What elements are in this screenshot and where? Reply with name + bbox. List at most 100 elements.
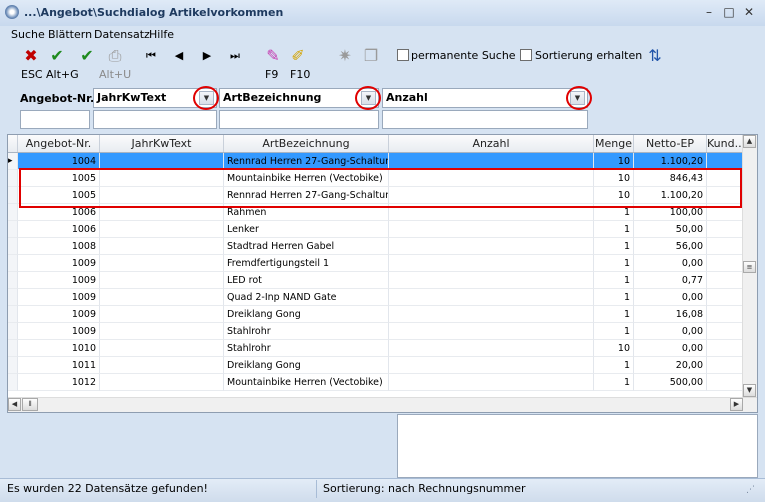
- table-cell[interactable]: [707, 255, 743, 272]
- column-header[interactable]: Netto-EP: [634, 135, 707, 152]
- table-cell[interactable]: [707, 323, 743, 340]
- table-row[interactable]: 1012 Mountainbike Herren (Vectobike) 1 500,…: [8, 374, 743, 391]
- table-cell[interactable]: 1: [594, 357, 634, 374]
- horizontal-scrollbar[interactable]: ◀ ⦀ ▶: [8, 397, 757, 412]
- print-icon[interactable]: ⎙: [106, 47, 124, 65]
- table-cell[interactable]: [389, 238, 594, 255]
- permanent-search-checkbox[interactable]: [397, 49, 409, 61]
- table-cell[interactable]: 1009: [18, 306, 100, 323]
- first-record-icon[interactable]: ⏮: [142, 47, 160, 65]
- scroll-thumb[interactable]: ≡: [743, 261, 756, 273]
- table-row[interactable]: 1010 Stahlrohr 10 0,00: [8, 340, 743, 357]
- table-cell[interactable]: 1: [594, 306, 634, 323]
- table-cell[interactable]: Dreiklang Gong: [224, 306, 389, 323]
- table-cell[interactable]: [707, 374, 743, 391]
- table-cell[interactable]: 10: [594, 340, 634, 357]
- scroll-right-icon[interactable]: ▶: [730, 398, 743, 411]
- cancel-x-icon[interactable]: ✖: [22, 47, 40, 65]
- row-selector[interactable]: [8, 374, 18, 391]
- table-cell[interactable]: 1006: [18, 221, 100, 238]
- table-row[interactable]: 1006 Lenker 1 50,00: [8, 221, 743, 238]
- row-selector[interactable]: [8, 306, 18, 323]
- table-cell[interactable]: [707, 357, 743, 374]
- table-cell[interactable]: 1: [594, 238, 634, 255]
- table-cell[interactable]: [389, 306, 594, 323]
- table-cell[interactable]: 1009: [18, 289, 100, 306]
- scroll-up-icon[interactable]: ▲: [743, 135, 756, 148]
- table-row[interactable]: 1009 Quad 2-Inp NAND Gate 1 0,00: [8, 289, 743, 306]
- minimize-button[interactable]: –: [700, 4, 718, 20]
- table-cell[interactable]: Stadtrad Herren Gabel: [224, 238, 389, 255]
- table-cell[interactable]: [389, 374, 594, 391]
- table-cell[interactable]: 1009: [18, 272, 100, 289]
- table-cell[interactable]: 1: [594, 289, 634, 306]
- table-cell[interactable]: [389, 272, 594, 289]
- table-cell[interactable]: [707, 272, 743, 289]
- table-cell[interactable]: [100, 374, 224, 391]
- column-header[interactable]: JahrKwText: [100, 135, 224, 152]
- table-cell[interactable]: [707, 340, 743, 357]
- column-header[interactable]: Angebot-Nr.: [18, 135, 100, 152]
- table-cell[interactable]: [389, 340, 594, 357]
- table-cell[interactable]: 1010: [18, 340, 100, 357]
- resize-grip-icon[interactable]: ⋰: [746, 485, 755, 495]
- column-header[interactable]: ArtBezeichnung: [224, 135, 389, 152]
- row-selector[interactable]: [8, 289, 18, 306]
- table-cell[interactable]: Stahlrohr: [224, 323, 389, 340]
- filter-input-angebot[interactable]: [20, 110, 90, 129]
- table-cell[interactable]: Fremdfertigungsteil 1: [224, 255, 389, 272]
- row-selector[interactable]: [8, 204, 18, 221]
- filter-input-2[interactable]: [219, 110, 379, 129]
- table-cell[interactable]: [389, 221, 594, 238]
- table-cell[interactable]: 1011: [18, 357, 100, 374]
- table-cell[interactable]: Mountainbike Herren (Vectobike): [224, 374, 389, 391]
- row-selector[interactable]: [8, 323, 18, 340]
- table-row[interactable]: 1011 Dreiklang Gong 1 20,00: [8, 357, 743, 374]
- table-cell[interactable]: 0,00: [634, 255, 707, 272]
- new-icon[interactable]: ✷: [336, 47, 354, 65]
- table-cell[interactable]: LED rot: [224, 272, 389, 289]
- close-button[interactable]: ✕: [740, 4, 758, 20]
- column-header[interactable]: Menge: [594, 135, 634, 152]
- table-cell[interactable]: [100, 289, 224, 306]
- table-cell[interactable]: [707, 238, 743, 255]
- table-cell[interactable]: Lenker: [224, 221, 389, 238]
- scroll-left-icon[interactable]: ◀: [8, 398, 21, 411]
- table-row[interactable]: 1009 LED rot 1 0,77: [8, 272, 743, 289]
- scroll-down-icon[interactable]: ▼: [743, 384, 756, 397]
- hscroll-thumb[interactable]: ⦀: [22, 398, 38, 411]
- table-cell[interactable]: 16,08: [634, 306, 707, 323]
- row-selector[interactable]: [8, 238, 18, 255]
- table-cell[interactable]: [389, 255, 594, 272]
- row-selector[interactable]: [8, 187, 18, 204]
- accept-check-icon[interactable]: ✔: [78, 47, 96, 65]
- table-cell[interactable]: 0,00: [634, 289, 707, 306]
- table-cell[interactable]: 1: [594, 221, 634, 238]
- row-selector[interactable]: [8, 255, 18, 272]
- table-cell[interactable]: 1008: [18, 238, 100, 255]
- menu-datensatz[interactable]: Datensatz: [94, 28, 150, 41]
- table-cell[interactable]: [389, 357, 594, 374]
- table-cell[interactable]: [707, 306, 743, 323]
- keep-sort-checkbox[interactable]: [520, 49, 532, 61]
- table-cell[interactable]: [707, 221, 743, 238]
- table-cell[interactable]: 50,00: [634, 221, 707, 238]
- field-select-3[interactable]: Anzahl ▼: [382, 88, 588, 108]
- menu-suche[interactable]: Suche: [11, 28, 45, 41]
- row-indicator-icon[interactable]: ▸: [8, 153, 18, 170]
- previous-record-icon[interactable]: ◀: [170, 47, 188, 65]
- table-cell[interactable]: 1009: [18, 323, 100, 340]
- eraser-icon[interactable]: ✎: [264, 47, 282, 65]
- table-cell[interactable]: 20,00: [634, 357, 707, 374]
- highlighter-icon[interactable]: ✐: [289, 47, 307, 65]
- table-row[interactable]: 1009 Fremdfertigungsteil 1 1 0,00: [8, 255, 743, 272]
- copy-icon[interactable]: ❐: [362, 47, 380, 65]
- table-row[interactable]: 1009 Dreiklang Gong 1 16,08: [8, 306, 743, 323]
- table-cell[interactable]: 1: [594, 374, 634, 391]
- table-cell[interactable]: 1012: [18, 374, 100, 391]
- table-cell[interactable]: 500,00: [634, 374, 707, 391]
- table-cell[interactable]: Quad 2-Inp NAND Gate: [224, 289, 389, 306]
- table-cell[interactable]: Stahlrohr: [224, 340, 389, 357]
- table-cell[interactable]: [100, 255, 224, 272]
- table-cell[interactable]: [100, 357, 224, 374]
